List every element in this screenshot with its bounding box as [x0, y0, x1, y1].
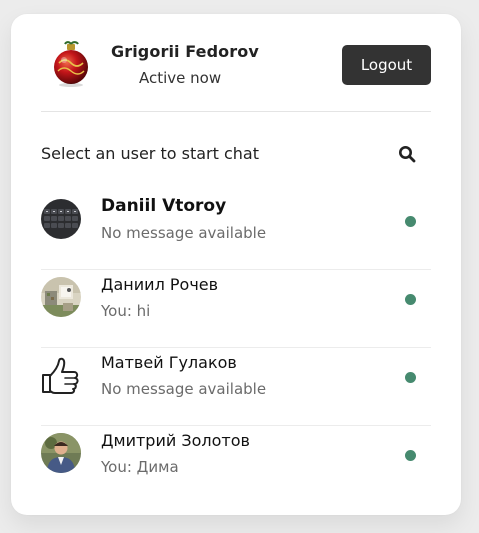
search-button[interactable]: [395, 142, 419, 166]
person-avatar: [41, 433, 81, 473]
user-name: Даниил Рочев: [101, 275, 219, 294]
user-last-message: No message available: [101, 224, 267, 242]
user-name: Daniil Vtoroy: [101, 196, 227, 216]
user-item[interactable]: Дмитрий Золотов You: Дима: [41, 426, 431, 504]
online-status-dot: [405, 372, 416, 383]
search-bar: Select an user to start chat: [41, 144, 431, 166]
current-user-status: Active now: [139, 69, 222, 87]
keyboard-avatar: [41, 199, 81, 239]
current-user-name: Grigorii Fedorov: [111, 42, 259, 61]
profile-header: Grigorii Fedorov Active now Logout: [41, 34, 431, 112]
user-last-message: No message available: [101, 380, 267, 398]
online-status-dot: [405, 216, 416, 227]
thumbs-up-icon: [42, 357, 79, 394]
users-list: Daniil Vtoroy No message available Дании…: [41, 192, 431, 504]
room-avatar: [41, 277, 81, 317]
search-prompt: Select an user to start chat: [41, 144, 259, 163]
user-item[interactable]: Даниил Рочев You: hi: [41, 270, 431, 348]
online-status-dot: [405, 450, 416, 461]
user-last-message: You: hi: [101, 302, 151, 320]
user-last-message: You: Дима: [101, 458, 179, 476]
logout-button[interactable]: Logout: [342, 45, 431, 85]
user-name: Матвей Гулаков: [101, 353, 237, 372]
ornament-avatar: [54, 41, 88, 87]
search-icon: [399, 146, 416, 163]
user-item[interactable]: Матвей Гулаков No message available: [41, 348, 431, 426]
online-status-dot: [405, 294, 416, 305]
chat-users-panel: Grigorii Fedorov Active now Logout Selec…: [11, 14, 461, 515]
user-name: Дмитрий Золотов: [101, 431, 250, 450]
user-item[interactable]: Daniil Vtoroy No message available: [41, 192, 431, 270]
